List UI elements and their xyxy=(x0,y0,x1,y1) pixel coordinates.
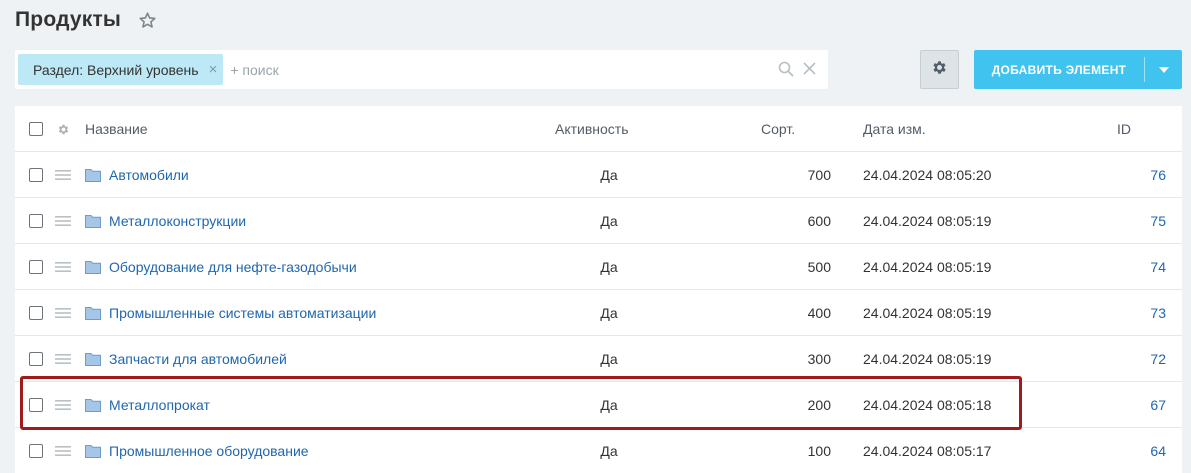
folder-icon xyxy=(85,352,101,366)
sort-cell: 300 xyxy=(807,351,831,367)
folder-icon xyxy=(85,398,101,412)
sort-cell: 400 xyxy=(807,305,831,321)
page-title: Продукты xyxy=(15,8,122,31)
table-row[interactable]: Оборудование для нефте-газодобычи Да 500… xyxy=(15,244,1182,290)
column-settings-icon[interactable] xyxy=(57,106,70,152)
grid-header: Название Активность Сорт. Дата изм. ID xyxy=(15,106,1182,152)
section-name-link[interactable]: Автомобили xyxy=(109,167,189,183)
date-cell: 24.04.2024 08:05:19 xyxy=(863,213,992,229)
date-cell: 24.04.2024 08:05:18 xyxy=(863,397,992,413)
table-row[interactable]: Промышленное оборудование Да 100 24.04.2… xyxy=(15,428,1182,473)
date-cell: 24.04.2024 08:05:19 xyxy=(863,351,992,367)
row-checkbox[interactable] xyxy=(29,260,43,274)
sort-cell: 200 xyxy=(807,397,831,413)
table-row[interactable]: Металлоконструкции Да 600 24.04.2024 08:… xyxy=(15,198,1182,244)
row-checkbox[interactable] xyxy=(29,398,43,412)
drag-handle-icon[interactable] xyxy=(55,244,71,290)
select-all-checkbox[interactable] xyxy=(29,122,43,136)
column-header-id[interactable]: ID xyxy=(1117,106,1131,152)
folder-icon xyxy=(85,444,101,458)
sort-cell: 700 xyxy=(807,167,831,183)
drag-handle-icon[interactable] xyxy=(55,428,71,473)
active-cell: Да xyxy=(600,397,618,413)
drag-handle-icon[interactable] xyxy=(55,382,71,428)
id-link[interactable]: 74 xyxy=(1150,259,1166,275)
column-header-sort[interactable]: Сорт. xyxy=(761,106,795,152)
date-cell: 24.04.2024 08:05:19 xyxy=(863,305,992,321)
id-link[interactable]: 76 xyxy=(1150,167,1166,183)
drag-handle-icon[interactable] xyxy=(55,152,71,198)
title-row: Продукты xyxy=(15,6,157,34)
chip-close-icon[interactable]: × xyxy=(209,62,218,77)
column-header-active[interactable]: Активность xyxy=(555,106,629,152)
id-link[interactable]: 64 xyxy=(1150,443,1166,459)
table-row[interactable]: Металлопрокат Да 200 24.04.2024 08:05:18… xyxy=(15,382,1182,428)
folder-icon xyxy=(85,168,101,182)
sort-cell: 600 xyxy=(807,213,831,229)
search-icon[interactable] xyxy=(778,61,794,77)
row-checkbox[interactable] xyxy=(29,444,43,458)
active-cell: Да xyxy=(600,259,618,275)
active-cell: Да xyxy=(600,305,618,321)
table-row[interactable]: Запчасти для автомобилей Да 300 24.04.20… xyxy=(15,336,1182,382)
id-link[interactable]: 75 xyxy=(1150,213,1166,229)
id-link[interactable]: 73 xyxy=(1150,305,1166,321)
date-cell: 24.04.2024 08:05:17 xyxy=(863,443,992,459)
section-name-link[interactable]: Оборудование для нефте-газодобычи xyxy=(109,259,357,275)
section-name-link[interactable]: Промышленные системы автоматизации xyxy=(109,305,376,321)
sort-cell: 100 xyxy=(807,443,831,459)
column-header-name[interactable]: Название xyxy=(85,106,148,152)
add-element-label: ДОБАВИТЬ ЭЛЕМЕНТ xyxy=(991,62,1127,77)
id-link[interactable]: 67 xyxy=(1150,397,1166,413)
drag-handle-icon[interactable] xyxy=(55,198,71,244)
date-cell: 24.04.2024 08:05:20 xyxy=(863,167,992,183)
drag-handle-icon[interactable] xyxy=(55,336,71,382)
row-checkbox[interactable] xyxy=(29,352,43,366)
close-icon[interactable] xyxy=(802,61,817,76)
active-cell: Да xyxy=(600,351,618,367)
row-checkbox[interactable] xyxy=(29,214,43,228)
folder-icon xyxy=(85,306,101,320)
settings-button[interactable] xyxy=(920,50,959,89)
active-cell: Да xyxy=(600,443,618,459)
section-name-link[interactable]: Металлоконструкции xyxy=(109,213,246,229)
row-checkbox[interactable] xyxy=(29,168,43,182)
row-checkbox[interactable] xyxy=(29,306,43,320)
table-row[interactable]: Промышленные системы автоматизации Да 40… xyxy=(15,290,1182,336)
chevron-down-icon[interactable] xyxy=(1145,66,1182,73)
id-link[interactable]: 72 xyxy=(1150,351,1166,367)
gear-icon xyxy=(931,59,948,81)
folder-icon xyxy=(85,260,101,274)
active-cell: Да xyxy=(600,213,618,229)
filter-chip-section[interactable]: Раздел: Верхний уровень × xyxy=(18,54,224,85)
column-header-date[interactable]: Дата изм. xyxy=(863,106,926,152)
star-icon[interactable] xyxy=(138,11,157,30)
products-grid: Название Активность Сорт. Дата изм. ID А… xyxy=(15,106,1182,473)
table-row[interactable]: Автомобили Да 700 24.04.2024 08:05:20 76 xyxy=(15,152,1182,198)
filter-search-bar[interactable]: Раздел: Верхний уровень × + поиск xyxy=(15,50,828,89)
section-name-link[interactable]: Промышленное оборудование xyxy=(109,443,309,459)
sort-cell: 500 xyxy=(807,259,831,275)
active-cell: Да xyxy=(600,167,618,183)
search-input[interactable]: + поиск xyxy=(230,62,278,78)
section-name-link[interactable]: Запчасти для автомобилей xyxy=(109,351,287,367)
add-element-button[interactable]: ДОБАВИТЬ ЭЛЕМЕНТ xyxy=(974,50,1182,89)
date-cell: 24.04.2024 08:05:19 xyxy=(863,259,992,275)
section-name-link[interactable]: Металлопрокат xyxy=(109,397,210,413)
drag-handle-icon[interactable] xyxy=(55,290,71,336)
folder-icon xyxy=(85,214,101,228)
filter-chip-label: Раздел: Верхний уровень xyxy=(33,61,199,78)
